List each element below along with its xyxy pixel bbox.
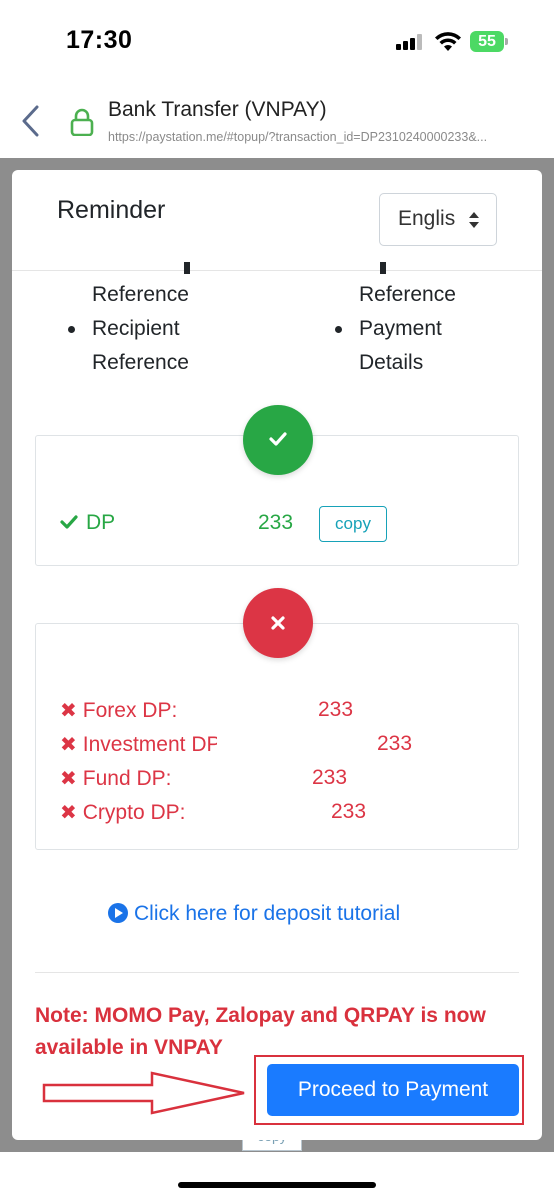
left-reference-text-2: Reference — [92, 351, 189, 374]
right-reference-text: Reference — [359, 283, 456, 306]
status-time: 17:30 — [66, 26, 133, 54]
bullet — [335, 326, 342, 333]
footer-divider — [35, 972, 519, 973]
incorrect-row-suffix: 233 — [377, 732, 413, 755]
page-title: Bank Transfer (VNPAY) — [108, 98, 327, 121]
back-chevron-icon[interactable] — [18, 104, 44, 138]
signal-icon — [396, 34, 424, 50]
right-payment-text: Payment — [359, 317, 442, 340]
battery-level: 55 — [470, 31, 504, 52]
play-circle-icon — [108, 903, 128, 923]
bullet — [68, 326, 75, 333]
language-select[interactable]: Englis — [379, 193, 497, 246]
clipped-text-fragment — [184, 262, 190, 274]
incorrect-row-suffix: 233 — [331, 800, 367, 823]
page-url[interactable]: https://paystation.me/#topup/?transactio… — [108, 130, 548, 144]
left-recipient-text: Recipient — [92, 317, 180, 340]
left-reference-text: Reference — [92, 283, 189, 306]
right-details-text: Details — [359, 351, 424, 374]
home-indicator[interactable] — [178, 1182, 376, 1188]
correct-reference-prefix: DP — [86, 511, 116, 534]
check-icon — [60, 515, 78, 529]
modal-title: Reminder — [57, 196, 166, 224]
close-icon: ✖ — [60, 768, 77, 790]
home-bar-area — [0, 1152, 554, 1200]
reminder-modal: Reminder Englis Reference Recipient Refe… — [12, 170, 542, 1140]
deposit-tutorial-link[interactable]: Click here for deposit tutorial — [108, 900, 400, 926]
close-icon: ✖ — [60, 700, 77, 722]
incorrect-row-suffix: 233 — [318, 698, 354, 721]
status-bar: 17:30 55 — [0, 0, 554, 82]
close-icon: ✖ — [60, 734, 77, 756]
incorrect-row: ✖ Crypto DP: — [60, 801, 186, 824]
incorrect-row: ✖ Forex DP: — [60, 699, 178, 722]
close-icon: ✖ — [60, 802, 77, 824]
correct-reference-suffix: 233 — [258, 511, 294, 534]
success-badge — [243, 405, 313, 475]
incorrect-row: ✖ Fund DP: — [60, 767, 172, 790]
copy-button[interactable]: copy — [319, 506, 387, 542]
browser-header: Bank Transfer (VNPAY) https://paystation… — [0, 82, 554, 158]
arrow-right-icon — [42, 1071, 245, 1115]
battery-icon: 55 — [470, 31, 508, 52]
incorrect-row-suffix: 233 — [312, 766, 348, 789]
incorrect-row: ✖ Investment DP: — [60, 733, 217, 756]
proceed-to-payment-button[interactable]: Proceed to Payment — [267, 1064, 519, 1116]
close-icon — [271, 616, 285, 630]
sort-caret-icon — [469, 212, 479, 228]
check-icon — [269, 432, 287, 446]
clipped-text-fragment — [380, 262, 386, 274]
error-badge — [243, 588, 313, 658]
language-select-value: Englis — [398, 207, 456, 230]
wifi-icon — [435, 32, 461, 51]
lock-icon — [70, 108, 94, 136]
